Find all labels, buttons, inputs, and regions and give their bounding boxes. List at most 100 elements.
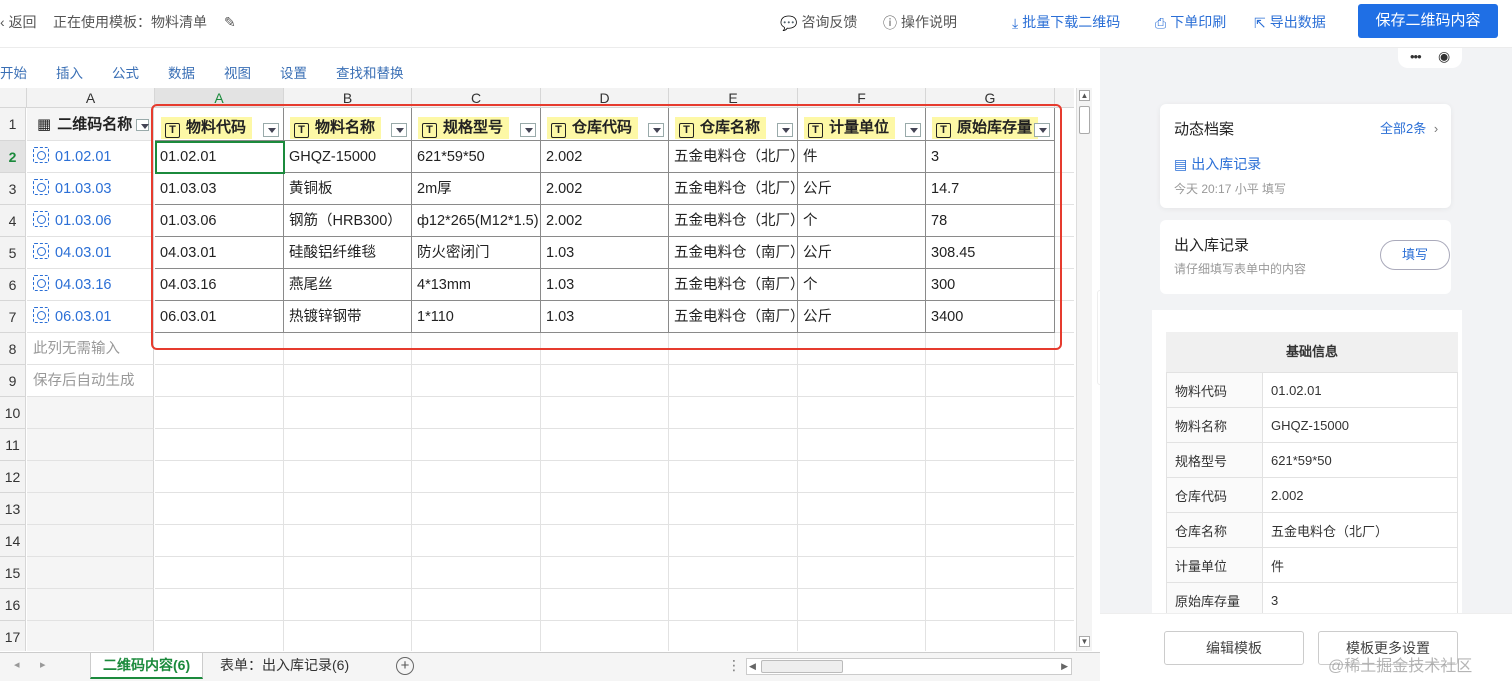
- scroll-thumb[interactable]: [1079, 106, 1090, 134]
- empty-cell[interactable]: [27, 397, 154, 429]
- scroll-down-arrow[interactable]: ▼: [1079, 636, 1090, 647]
- tab-next-arrow[interactable]: ▸: [40, 658, 46, 671]
- empty-cell[interactable]: [669, 365, 798, 397]
- empty-cell[interactable]: [541, 397, 669, 429]
- row-header[interactable]: 1: [0, 108, 26, 141]
- empty-cell[interactable]: [1055, 525, 1074, 557]
- help-button[interactable]: ⓘ 操作说明: [883, 12, 957, 33]
- empty-cell[interactable]: [669, 557, 798, 589]
- row-header[interactable]: 15: [0, 557, 26, 589]
- empty-cell[interactable]: [1055, 461, 1074, 493]
- empty-cell[interactable]: [412, 461, 541, 493]
- empty-cell[interactable]: [926, 397, 1055, 429]
- empty-cell[interactable]: [798, 493, 926, 525]
- fill-button[interactable]: 填写: [1380, 240, 1450, 270]
- more-dots-icon[interactable]: •••: [1410, 49, 1422, 64]
- empty-cell[interactable]: [284, 429, 412, 461]
- empty-cell[interactable]: [1055, 557, 1074, 589]
- qr-name-header[interactable]: ▦ 二维码名称: [27, 108, 154, 141]
- empty-cell[interactable]: [27, 493, 154, 525]
- empty-cell[interactable]: [798, 461, 926, 493]
- qr-name-cell[interactable]: 04.03.16: [27, 269, 154, 301]
- empty-cell[interactable]: [1055, 429, 1074, 461]
- empty-cell[interactable]: [926, 621, 1055, 651]
- empty-cell[interactable]: [798, 557, 926, 589]
- qr-name-cell[interactable]: 01.03.03: [27, 173, 154, 205]
- empty-cell[interactable]: [541, 525, 669, 557]
- feedback-button[interactable]: 💬 咨询反馈: [780, 12, 857, 33]
- empty-cell[interactable]: [412, 557, 541, 589]
- empty-cell[interactable]: [926, 557, 1055, 589]
- menu-insert[interactable]: 插入: [56, 62, 83, 82]
- empty-cell[interactable]: [926, 525, 1055, 557]
- row-header[interactable]: 10: [0, 397, 26, 429]
- empty-cell[interactable]: [284, 589, 412, 621]
- empty-cell[interactable]: [926, 365, 1055, 397]
- empty-cell[interactable]: [27, 525, 154, 557]
- view-all-link[interactable]: 全部2条 ›: [1380, 118, 1438, 137]
- batch-download-button[interactable]: ⤓ 批量下载二维码: [1012, 12, 1120, 33]
- empty-cell[interactable]: [798, 397, 926, 429]
- empty-cell[interactable]: [1055, 621, 1074, 651]
- row-header[interactable]: 9: [0, 365, 26, 397]
- row-header[interactable]: 6: [0, 269, 26, 301]
- empty-cell[interactable]: [412, 525, 541, 557]
- empty-cell[interactable]: [541, 365, 669, 397]
- row-header[interactable]: 13: [0, 493, 26, 525]
- menu-find-replace[interactable]: 查找和替换: [336, 62, 404, 82]
- row-header[interactable]: 8: [0, 333, 26, 365]
- empty-cell[interactable]: [155, 621, 284, 651]
- empty-cell[interactable]: [669, 621, 798, 651]
- row-header[interactable]: 4: [0, 205, 26, 237]
- row-header[interactable]: 5: [0, 237, 26, 269]
- qr-name-cell[interactable]: 04.03.01: [27, 237, 154, 269]
- empty-cell[interactable]: [155, 397, 284, 429]
- empty-cell[interactable]: [926, 461, 1055, 493]
- empty-cell[interactable]: [926, 429, 1055, 461]
- empty-cell[interactable]: [27, 461, 154, 493]
- empty-cell[interactable]: [412, 621, 541, 651]
- empty-cell[interactable]: [1055, 397, 1074, 429]
- select-all-corner[interactable]: [0, 88, 27, 108]
- empty-cell[interactable]: [412, 365, 541, 397]
- empty-cell[interactable]: [798, 621, 926, 651]
- save-qrcode-button[interactable]: 保存二维码内容: [1358, 4, 1498, 38]
- more-vertical-icon[interactable]: ⋮: [727, 657, 741, 674]
- empty-cell[interactable]: [284, 525, 412, 557]
- qr-name-cell[interactable]: 01.03.06: [27, 205, 154, 237]
- empty-cell[interactable]: [412, 429, 541, 461]
- column-header-a[interactable]: A: [27, 88, 155, 108]
- h-scroll-thumb[interactable]: [761, 660, 843, 673]
- export-data-button[interactable]: ⇱ 导出数据: [1254, 12, 1326, 33]
- empty-cell[interactable]: [284, 493, 412, 525]
- empty-cell[interactable]: [669, 525, 798, 557]
- row-header[interactable]: 17: [0, 621, 26, 651]
- empty-cell[interactable]: [412, 397, 541, 429]
- empty-cell[interactable]: [926, 589, 1055, 621]
- qr-name-filter-dropdown[interactable]: [136, 119, 149, 131]
- menu-view[interactable]: 视图: [224, 62, 251, 82]
- empty-cell[interactable]: [1055, 589, 1074, 621]
- empty-cell[interactable]: [284, 365, 412, 397]
- empty-cell[interactable]: [541, 621, 669, 651]
- tab-prev-arrow[interactable]: ◂: [14, 658, 20, 671]
- menu-formula[interactable]: 公式: [112, 62, 139, 82]
- empty-cell[interactable]: [669, 461, 798, 493]
- menu-start[interactable]: 开始: [0, 62, 27, 82]
- edit-template-button[interactable]: 编辑模板: [1164, 631, 1304, 665]
- empty-cell[interactable]: [412, 589, 541, 621]
- empty-cell[interactable]: [798, 525, 926, 557]
- empty-cell[interactable]: [798, 589, 926, 621]
- row-header[interactable]: 11: [0, 429, 26, 461]
- back-button[interactable]: ‹ 返回: [0, 12, 37, 32]
- empty-cell[interactable]: [798, 429, 926, 461]
- qr-name-cell[interactable]: 01.02.01: [27, 141, 154, 173]
- target-icon[interactable]: ◉: [1438, 48, 1450, 65]
- row-header[interactable]: 16: [0, 589, 26, 621]
- print-order-button[interactable]: ⎙ 下单印刷: [1155, 12, 1226, 33]
- empty-cell[interactable]: [669, 589, 798, 621]
- empty-cell[interactable]: [155, 589, 284, 621]
- scroll-up-arrow[interactable]: ▲: [1079, 90, 1090, 101]
- empty-cell[interactable]: [155, 365, 284, 397]
- row-header[interactable]: 12: [0, 461, 26, 493]
